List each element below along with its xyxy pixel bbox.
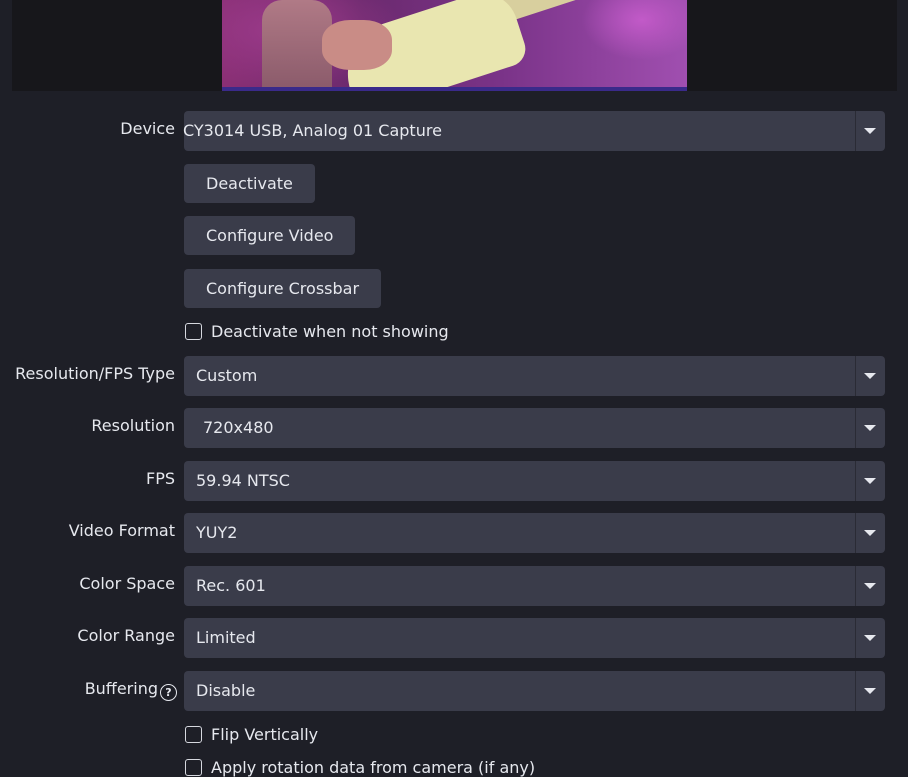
chevron-down-icon[interactable] <box>864 128 876 134</box>
video-preview <box>222 0 687 91</box>
buffering-label: Buffering <box>84 679 158 698</box>
select-divider <box>855 408 856 448</box>
preview-hand <box>322 20 392 70</box>
color-range-value: Limited <box>196 628 256 647</box>
device-label: Device <box>120 119 175 138</box>
chevron-down-icon[interactable] <box>864 425 876 431</box>
checkbox-label: Deactivate when not showing <box>211 322 449 341</box>
select-divider <box>855 461 856 501</box>
help-icon[interactable]: ? <box>160 684 177 701</box>
chevron-down-icon[interactable] <box>864 478 876 484</box>
deactivate-button[interactable]: Deactivate <box>184 164 315 203</box>
fps-select[interactable]: 59.94 NTSC <box>184 461 885 501</box>
fps-value: 59.94 NTSC <box>196 471 290 490</box>
chevron-down-icon[interactable] <box>864 688 876 694</box>
res-fps-type-value: Custom <box>196 366 258 385</box>
select-divider <box>855 566 856 606</box>
chevron-down-icon[interactable] <box>864 530 876 536</box>
color-space-label: Color Space <box>79 574 175 593</box>
video-format-select[interactable]: YUY2 <box>184 513 885 553</box>
color-space-value: Rec. 601 <box>196 576 266 595</box>
res-fps-type-select[interactable]: Custom <box>184 356 885 396</box>
chevron-down-icon[interactable] <box>864 583 876 589</box>
checkbox-box[interactable] <box>185 726 202 743</box>
checkbox-label: Flip Vertically <box>211 725 319 744</box>
chevron-down-icon[interactable] <box>864 373 876 379</box>
checkbox-box[interactable] <box>185 323 202 340</box>
select-divider <box>855 618 856 658</box>
select-divider <box>855 356 856 396</box>
video-format-value: YUY2 <box>196 523 238 542</box>
resolution-label: Resolution <box>91 416 175 435</box>
configure-crossbar-button[interactable]: Configure Crossbar <box>184 269 382 308</box>
color-space-select[interactable]: Rec. 601 <box>184 566 885 606</box>
deactivate-when-not-showing-checkbox[interactable]: Deactivate when not showing <box>185 322 449 341</box>
color-range-label: Color Range <box>77 626 175 645</box>
color-range-select[interactable]: Limited <box>184 618 885 658</box>
select-divider <box>855 671 856 711</box>
resolution-value[interactable]: 720x480 <box>203 418 274 437</box>
select-divider <box>855 111 856 151</box>
configure-video-button[interactable]: Configure Video <box>184 216 356 255</box>
select-divider <box>855 513 856 553</box>
chevron-down-icon[interactable] <box>864 635 876 641</box>
preview-bottom-strip <box>222 87 687 91</box>
fps-label: FPS <box>145 469 175 488</box>
buffering-value: Disable <box>196 681 256 700</box>
res-fps-type-label: Resolution/FPS Type <box>15 364 175 383</box>
video-format-label: Video Format <box>68 521 175 540</box>
buffering-label-group: Buffering? <box>85 679 177 701</box>
device-select[interactable]: CY3014 USB, Analog 01 Capture <box>183 111 885 151</box>
device-value: CY3014 USB, Analog 01 Capture <box>183 121 442 140</box>
resolution-select[interactable]: 720x480 <box>184 408 885 448</box>
flip-vertically-checkbox[interactable]: Flip Vertically <box>185 725 318 744</box>
buffering-select[interactable]: Disable <box>184 671 885 711</box>
